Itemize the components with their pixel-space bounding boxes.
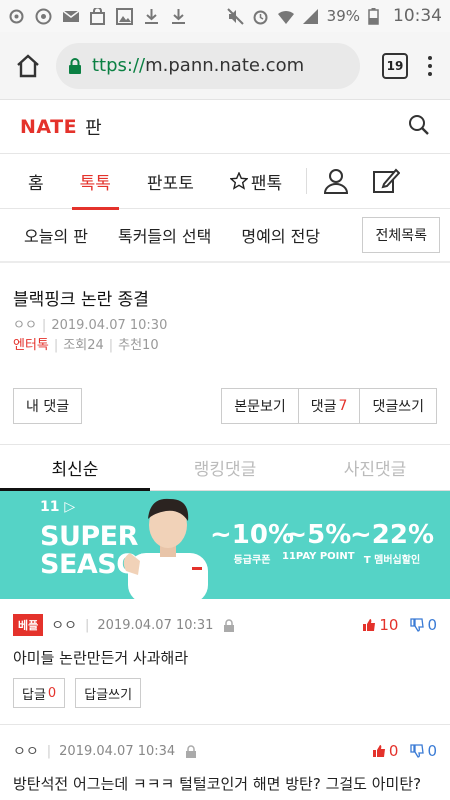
banner-model-image [123, 498, 208, 599]
upvote-count: 10 [379, 616, 399, 634]
mail-icon [62, 8, 80, 25]
browser-toolbar: ttps://m.pann.nate.com 19 [0, 32, 450, 100]
post-date: 2019.04.07 10:30 [51, 318, 168, 333]
write-reply-button[interactable]: 답글쓰기 [75, 678, 142, 708]
search-button[interactable] [408, 114, 430, 140]
write-comment-button[interactable]: 댓글쓰기 [360, 388, 437, 424]
post-author[interactable]: ㅇㅇ [13, 318, 37, 333]
signal-icon [302, 8, 319, 25]
write-post-button[interactable] [365, 160, 407, 202]
tab-ranking[interactable]: 랭킹댓글 [150, 445, 300, 490]
sub-nav: 오늘의 판 톡커들의 선택 명예의 전당 전체목록 [0, 209, 450, 263]
downvote-count: 0 [427, 742, 437, 760]
download-icon [170, 8, 187, 25]
comment-author[interactable]: ㅇㅇ [13, 741, 39, 761]
sync-icon [35, 8, 52, 25]
thumbs-down-icon [410, 744, 425, 758]
report-icon[interactable] [185, 744, 197, 758]
site-header: NATE 판 [0, 100, 450, 154]
offer-11pay: ~5% 11PAY POINT [282, 520, 355, 562]
url-host: m.pann.nate.com [145, 55, 305, 76]
thumbs-up-icon [363, 619, 376, 631]
search-icon [409, 114, 429, 135]
ad-banner[interactable]: 11 ▷ SUPER SEASON ~10% 등급쿠폰 ~5% 11PAY PO… [0, 491, 450, 599]
upvote-count: 0 [388, 742, 399, 760]
nav-home[interactable]: 홈 [10, 154, 62, 209]
comment-author[interactable]: ㅇㅇ [51, 615, 77, 635]
post-category[interactable]: 엔터톡 [13, 338, 49, 353]
comment-date: 2019.04.07 10:31 [97, 617, 214, 633]
downvote-button[interactable]: 0 [410, 742, 437, 760]
home-button[interactable] [10, 48, 46, 84]
downvote-count: 0 [427, 616, 437, 634]
address-bar[interactable]: ttps://m.pann.nate.com [56, 42, 360, 89]
url-scheme: ttps:// [92, 55, 146, 76]
nate-logo[interactable]: NATE [20, 116, 77, 138]
view-body-button[interactable]: 본문보기 [221, 388, 299, 424]
thumbs-down-icon [410, 618, 425, 632]
post-title: 블랙핑크 논란 종결 [13, 290, 149, 310]
post-meta-stats: 엔터톡 | 조회24 | 추천10 [13, 338, 159, 353]
nav-toktok[interactable]: 톡톡 [62, 154, 129, 210]
nav-divider [306, 168, 308, 194]
comment-item: 베플 ㅇㅇ | 2019.04.07 10:31 10 0 아미들 논란만든거 … [0, 599, 450, 725]
comments-count: 7 [338, 398, 348, 414]
battery-icon [368, 7, 385, 25]
tab-latest[interactable]: 최신순 [0, 445, 150, 491]
best-badge: 베플 [13, 614, 44, 636]
comment-date: 2019.04.07 10:34 [59, 743, 176, 759]
report-icon[interactable] [223, 618, 235, 632]
mute-icon [226, 7, 244, 25]
pann-logo-text[interactable]: 판 [85, 114, 102, 140]
status-bar: 39% 10:34 [0, 0, 450, 32]
battery-percent: 39% [326, 7, 360, 25]
replies-button[interactable]: 답글 0 [13, 678, 66, 708]
nav-panphoto[interactable]: 판포토 [129, 154, 212, 209]
home-icon [17, 53, 39, 77]
banner-brand: 11 ▷ [40, 499, 76, 515]
user-icon [324, 169, 349, 194]
main-nav: 홈 톡톡 판포토 팬톡 [0, 154, 450, 210]
subnav-today[interactable]: 오늘의 판 [24, 223, 88, 247]
tab-photo[interactable]: 사진댓글 [300, 445, 450, 490]
star-icon [229, 172, 248, 190]
edit-icon [373, 168, 401, 193]
comment-text: 방탄석전 어그는데 ㅋㅋㅋ 털털코인거 해면 방탄? 그걸도 아미탄? [13, 775, 422, 793]
comment-text: 아미들 논란만든거 사과해라 [13, 649, 189, 667]
more-menu-icon[interactable] [420, 55, 440, 76]
shopping-bag-icon [89, 6, 106, 25]
wifi-icon [277, 8, 294, 25]
lock-icon [69, 57, 81, 74]
download-icon [143, 8, 160, 25]
comments-label: 댓글 [310, 399, 337, 415]
downvote-button[interactable]: 0 [410, 616, 437, 634]
post-actions: 내 댓글 본문보기 댓글 7 댓글쓰기 [0, 370, 450, 445]
alarm-icon [252, 8, 269, 25]
post-header: 블랙핑크 논란 종결 ㅇㅇ | 2019.04.07 10:30 엔터톡 | 조회24 |… [0, 263, 450, 370]
comment-item: ㅇㅇ | 2019.04.07 10:34 0 0 방탄석전 어그는데 ㅋㅋㅋ … [13, 741, 437, 793]
all-list-button[interactable]: 전체목록 [362, 217, 440, 253]
my-comments-button[interactable]: 내 댓글 [13, 388, 83, 424]
tab-switcher-button[interactable]: 19 [382, 52, 408, 79]
upvote-button[interactable]: 0 [372, 742, 399, 760]
post-meta-author: ㅇㅇ | 2019.04.07 10:30 [13, 318, 168, 333]
upvote-button[interactable]: 10 [362, 616, 398, 634]
post-likes: 추천10 [118, 338, 159, 353]
subnav-talkers-choice[interactable]: 톡커들의 선택 [118, 223, 211, 247]
clock: 10:34 [393, 6, 442, 26]
nav-fantalk[interactable]: 팬톡 [212, 154, 300, 209]
nav-fantalk-label: 팬톡 [250, 173, 283, 194]
settings-icon [8, 8, 25, 25]
view-button-group: 본문보기 댓글 7 댓글쓰기 [221, 388, 437, 424]
thumbs-up-icon [372, 745, 385, 757]
offer-tmembership: ~22% T 멤버십할인 [350, 520, 435, 566]
post-views: 조회24 [63, 338, 104, 353]
image-icon [116, 7, 133, 25]
comments-button[interactable]: 댓글 7 [298, 388, 361, 424]
subnav-hall-of-fame[interactable]: 명예의 전당 [241, 223, 320, 247]
profile-button[interactable] [315, 160, 357, 202]
comment-tabs: 최신순 랭킹댓글 사진댓글 [0, 445, 450, 491]
